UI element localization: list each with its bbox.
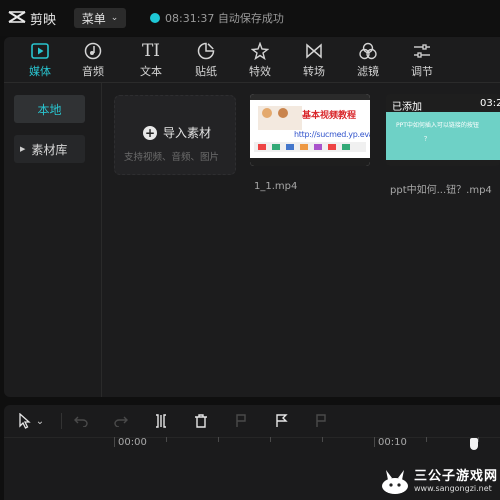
select-tool-button[interactable]: ⌄: [12, 410, 50, 432]
media-filename: 1_1.mp4: [254, 181, 298, 192]
tab-adjust[interactable]: 调节: [399, 37, 445, 82]
chevron-down-icon: ⌄: [110, 13, 119, 23]
flag-icon: [276, 414, 288, 427]
media-sidebar: [4, 83, 102, 397]
saved-check-icon: [150, 13, 160, 23]
sidebar-item-library[interactable]: ▶ 素材库: [14, 135, 85, 163]
filter-circles-icon: [358, 40, 378, 62]
tab-transition[interactable]: 转场: [291, 37, 337, 82]
autosave-status: 08:31:37 自动保存成功: [150, 10, 284, 26]
freeze-flag-icon: [236, 414, 246, 427]
tab-sticker[interactable]: 贴纸: [183, 37, 229, 82]
undo-button[interactable]: [72, 410, 90, 432]
marker-button[interactable]: [272, 410, 290, 432]
watermark-url: www.sangongzi.net: [414, 484, 492, 493]
material-toolbar: 媒体 音频 TI 文本 贴纸 特效 转场 滤镜 调节: [4, 37, 500, 83]
sidebar-item-local[interactable]: 本地: [14, 95, 85, 123]
tab-text-label: 文本: [140, 65, 162, 78]
tab-audio-label: 音频: [82, 65, 104, 78]
import-media-hint: 支持视频、音频、图片: [124, 152, 220, 163]
capcut-logo-icon: [8, 11, 26, 23]
tab-sticker-label: 贴纸: [195, 65, 217, 78]
media-filename: ppt中如何...钮？.mp4: [390, 185, 492, 196]
watermark-name: 三公子游戏网: [414, 469, 499, 484]
media-duration: 03:25: [480, 98, 500, 109]
chevron-down-icon: ⌄: [35, 415, 45, 427]
redo-icon: [114, 416, 128, 427]
sidebar-item-library-label: 素材库: [31, 142, 68, 157]
tab-adjust-label: 调节: [411, 65, 433, 78]
site-watermark: 三公子游戏网 www.sangongzi.net: [380, 463, 500, 500]
music-note-icon: [84, 40, 102, 62]
import-media-label: 导入素材: [163, 126, 212, 140]
thumb-banner-text: 基本视频教程: [302, 111, 357, 121]
thumb-ppt-subtitle: ？: [424, 136, 431, 143]
freeze-frame-button[interactable]: [232, 410, 250, 432]
tab-audio[interactable]: 音频: [70, 37, 116, 82]
caret-right-icon: ▶: [20, 145, 26, 153]
transition-bowtie-icon: [305, 40, 323, 62]
media-thumbnail[interactable]: 基本视频教程 http://sucmed.yp.eva/: [250, 94, 370, 166]
flag-outline-icon: [316, 414, 326, 427]
toolbar-divider: [61, 413, 62, 429]
delete-button[interactable]: [192, 410, 210, 432]
thumb-url-text: http://sucmed.yp.eva/: [294, 130, 370, 139]
timeline-ruler[interactable]: [110, 437, 500, 451]
tab-effects-label: 特效: [249, 65, 271, 78]
tab-filter-label: 滤镜: [357, 65, 379, 78]
reverse-button[interactable]: [312, 410, 330, 432]
tab-effects[interactable]: 特效: [237, 37, 283, 82]
time-label-start: 00:00: [118, 437, 147, 448]
sliders-icon: [413, 40, 431, 62]
tab-filter[interactable]: 滤镜: [345, 37, 391, 82]
sparkle-star-icon: [251, 40, 269, 62]
thumb-ppt-title: PPT中如何插入可以链接的按钮: [396, 122, 479, 129]
tab-text[interactable]: TI 文本: [128, 37, 174, 82]
tab-media[interactable]: 媒体: [17, 37, 63, 82]
split-icon: [156, 414, 166, 428]
time-label-mid: 00:10: [378, 437, 407, 448]
playhead-handle[interactable]: [470, 438, 478, 450]
plus-icon: +: [143, 125, 157, 140]
media-play-icon: [31, 40, 49, 62]
autosave-status-text: 08:31:37 自动保存成功: [165, 12, 284, 25]
trash-icon: [195, 414, 207, 428]
tab-transition-label: 转场: [303, 65, 325, 78]
menu-button[interactable]: 菜单 ⌄: [74, 8, 126, 28]
menu-button-label: 菜单: [81, 11, 106, 26]
text-ti-icon: TI: [141, 41, 161, 61]
split-button[interactable]: [152, 410, 170, 432]
redo-button[interactable]: [112, 410, 130, 432]
undo-icon: [74, 416, 88, 427]
media-thumbnail[interactable]: 已添加 03:25 PPT中如何插入可以链接的按钮 ？: [386, 94, 500, 166]
app-name: 剪映: [30, 13, 57, 28]
sticker-icon: [197, 40, 215, 62]
cursor-arrow-icon: [19, 413, 31, 429]
watermark-logo-icon: [382, 469, 408, 494]
added-badge: 已添加: [392, 102, 422, 113]
tab-media-label: 媒体: [29, 65, 51, 78]
import-media-button[interactable]: + 导入素材: [143, 124, 211, 141]
